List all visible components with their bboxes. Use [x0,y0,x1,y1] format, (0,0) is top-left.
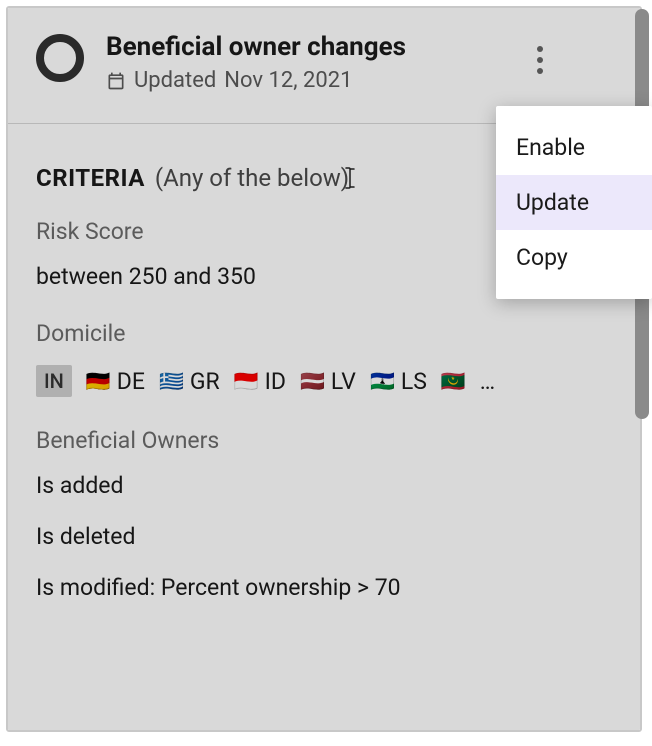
flag-id-icon: 🇮🇩 [234,371,259,391]
flag-lv-icon: 🇱🇻 [300,371,325,391]
kebab-menu-button[interactable] [526,40,554,80]
criteria-qualifier: (Any of the below) [155,164,349,192]
menu-item-update[interactable]: Update [496,175,652,230]
updated-date: Nov 12, 2021 [224,68,352,93]
dropdown-menu: Enable Update Copy [496,106,652,299]
owner-item-added: Is added [36,472,612,499]
domicile-more: … [480,368,497,395]
country-lv: 🇱🇻 LV [300,368,356,395]
menu-item-enable[interactable]: Enable [496,120,652,175]
text-cursor-icon [343,166,357,190]
updated-prefix: Updated [134,68,216,93]
country-de: 🇩🇪 DE [86,368,145,395]
country-gr: 🇬🇷 GR [159,368,220,395]
owner-item-deleted: Is deleted [36,523,612,550]
flag-more-icon: 🇲🇷 [441,371,466,391]
status-ring-icon [36,34,84,82]
domicile-label: Domicile [36,320,612,347]
flag-ls-icon: 🇱🇸 [370,371,395,391]
criteria-label: CRITERIA [36,164,145,192]
flag-gr-icon: 🇬🇷 [159,371,184,391]
calendar-icon [106,71,126,91]
country-ls: 🇱🇸 LS [370,368,427,395]
owner-item-modified: Is modified: Percent ownership > 70 [36,574,612,601]
flag-de-icon: 🇩🇪 [86,371,111,391]
menu-item-copy[interactable]: Copy [496,230,652,285]
domicile-operator: IN [36,365,72,397]
domicile-value: IN 🇩🇪 DE 🇬🇷 GR 🇮🇩 ID 🇱🇻 LV [36,365,612,397]
country-id: 🇮🇩 ID [234,368,286,395]
beneficial-owners-label: Beneficial Owners [36,427,612,454]
